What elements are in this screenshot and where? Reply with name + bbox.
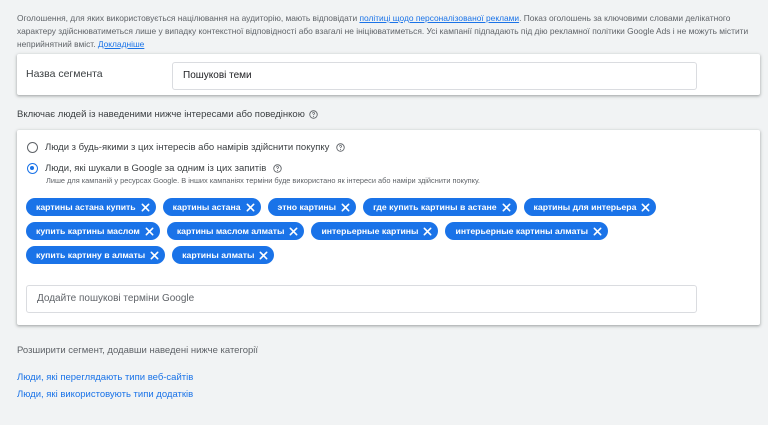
help-icon[interactable] (273, 164, 282, 173)
option-interests-label: Люди з будь-якими з цих інтересів або на… (45, 142, 330, 153)
radio-button-selected[interactable] (27, 163, 38, 174)
search-term-chip[interactable]: интерьерные картины алматы (445, 222, 609, 240)
close-icon[interactable] (502, 203, 511, 212)
chip-row: купить картины маслом картины маслом алма… (26, 222, 726, 240)
chip-label: интерьерные картины (321, 226, 419, 236)
segment-name-label: Назва сегмента (26, 68, 103, 80)
chip-label: картины астана купить (36, 202, 136, 212)
option-interests-radio[interactable]: Люди з будь-якими з цих інтересів або на… (27, 142, 346, 153)
close-icon[interactable] (423, 227, 432, 236)
chip-row: купить картину в алматы картины алматы (26, 246, 726, 264)
chip-label: картины маслом алматы (176, 226, 285, 236)
search-term-chip[interactable]: где купить картины в астане (363, 198, 517, 216)
radio-button[interactable] (27, 142, 38, 153)
search-term-chip[interactable]: картины алматы (172, 246, 275, 264)
search-term-chip[interactable]: картины для интерьера (523, 198, 657, 216)
chip-label: картины астана (172, 202, 241, 212)
close-icon[interactable] (145, 227, 154, 236)
close-icon[interactable] (641, 203, 650, 212)
interests-heading: Включає людей із наведеними нижче інтере… (17, 109, 318, 120)
search-term-chip[interactable]: купить картину в алматы (26, 246, 166, 264)
policy-notice: Оголошення, для яких використовується на… (17, 12, 759, 51)
search-term-chip[interactable]: купить картины маслом (26, 222, 160, 240)
option-searched-hint: Лише для кампаній у ресурсах Google. В і… (46, 176, 480, 185)
chip-label: интерьерные картины алматы (455, 226, 589, 236)
close-icon[interactable] (593, 227, 602, 236)
search-term-chips: картины астана купить картины астана этно … (26, 198, 726, 270)
segment-name-input[interactable]: Пошукові теми (172, 62, 697, 90)
search-term-chip[interactable]: картины маслом алматы (166, 222, 305, 240)
expand-segment-text: Розширити сегмент, додавши наведені нижч… (17, 345, 259, 356)
interests-card: Люди з будь-якими з цих інтересів або на… (17, 130, 760, 325)
search-term-chip[interactable]: картины астана купить (26, 198, 156, 216)
interests-heading-text: Включає людей із наведеними нижче інтере… (17, 109, 305, 120)
app-types-link[interactable]: Люди, які використовують типи додатків (17, 389, 193, 400)
option-searched-label: Люди, які шукали в Google за одним із ци… (45, 163, 267, 174)
chip-label: этно картины (277, 202, 337, 212)
segment-name-card: Назва сегмента Пошукові теми (17, 54, 760, 95)
search-terms-input[interactable]: Додайте пошукові терміни Google (26, 285, 697, 313)
option-searched-radio[interactable]: Люди, які шукали в Google за одним із ци… (27, 163, 282, 174)
close-icon[interactable] (141, 203, 150, 212)
help-icon[interactable] (309, 110, 318, 119)
close-icon[interactable] (341, 203, 350, 212)
chip-label: купить картину в алматы (36, 250, 146, 260)
help-icon[interactable] (336, 143, 346, 152)
close-icon[interactable] (150, 251, 159, 260)
website-types-link[interactable]: Люди, які переглядають типи веб-сайтів (17, 372, 193, 383)
learn-more-link[interactable]: Докладніше (98, 39, 144, 49)
search-term-chip[interactable]: картины астана (162, 198, 261, 216)
close-icon[interactable] (246, 203, 255, 212)
search-term-chip[interactable]: интерьерные картины (311, 222, 439, 240)
search-term-chip[interactable]: этно картины (267, 198, 357, 216)
chip-label: картины алматы (182, 250, 255, 260)
close-icon[interactable] (259, 251, 268, 260)
notice-text-before: Оголошення, для яких використовується на… (17, 13, 360, 23)
personalized-ads-policy-link[interactable]: політиці щодо персоналізованої реклами (359, 13, 519, 23)
chip-label: купить картины маслом (36, 226, 140, 236)
chip-row: картины астана купить картины астана этно … (26, 198, 726, 216)
close-icon[interactable] (289, 227, 298, 236)
chip-label: где купить картины в астане (373, 202, 497, 212)
chip-label: картины для интерьера (533, 202, 637, 212)
